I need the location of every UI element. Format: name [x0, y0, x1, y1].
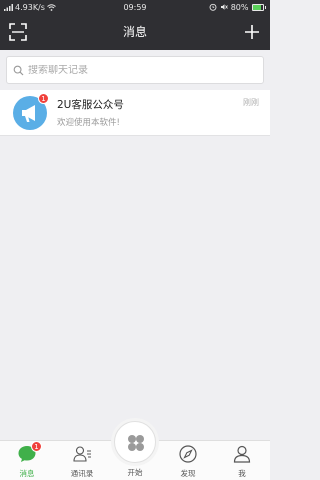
- battery-percent: 80%: [230, 2, 249, 12]
- conversation-name: 2U客服公众号: [57, 99, 124, 111]
- grid-flower-icon: [128, 435, 144, 451]
- unread-badge: 1: [38, 93, 49, 104]
- signal-icon: [4, 3, 13, 11]
- message-preview: 欢迎使用本软件!: [57, 118, 120, 128]
- tab-me[interactable]: 我: [222, 441, 262, 480]
- network-speed: 4.93K/s: [15, 2, 45, 12]
- tab-label: 消息: [19, 469, 35, 478]
- tab-label: 发现: [180, 469, 196, 478]
- search-input[interactable]: [28, 64, 263, 76]
- clock: 09:59: [123, 2, 147, 12]
- add-button[interactable]: [242, 22, 262, 42]
- status-right: 80%: [166, 3, 266, 12]
- alarm-icon: [209, 3, 217, 11]
- tab-unread-badge: 1: [31, 441, 42, 452]
- tab-label: 通讯录: [70, 469, 94, 478]
- search-box[interactable]: [6, 56, 264, 84]
- mute-icon: [220, 4, 228, 10]
- person-icon: [233, 445, 251, 463]
- tab-discover[interactable]: 发现: [168, 441, 208, 480]
- tab-label: 我: [238, 469, 246, 478]
- start-button[interactable]: [114, 421, 156, 463]
- search-icon: [13, 65, 24, 75]
- contacts-icon: [73, 446, 91, 462]
- tab-messages[interactable]: 1 消息: [7, 441, 47, 480]
- header: 消息: [0, 14, 270, 50]
- search-bar: [0, 50, 270, 90]
- page-title: 消息: [122, 25, 147, 39]
- plus-icon: [245, 25, 259, 39]
- status-bar: 4.93K/s 09:59 80%: [0, 0, 270, 14]
- status-left: 4.93K/s: [4, 3, 104, 12]
- message-time: 刚刚: [243, 98, 259, 107]
- compass-icon: [179, 445, 197, 463]
- list-item[interactable]: 1 2U客服公众号 欢迎使用本软件! 刚刚: [0, 90, 270, 136]
- tab-contacts[interactable]: 通讯录: [62, 441, 102, 480]
- wifi-icon: [47, 3, 56, 11]
- tab-start-label: 开始: [127, 468, 143, 477]
- battery-icon: [251, 3, 264, 11]
